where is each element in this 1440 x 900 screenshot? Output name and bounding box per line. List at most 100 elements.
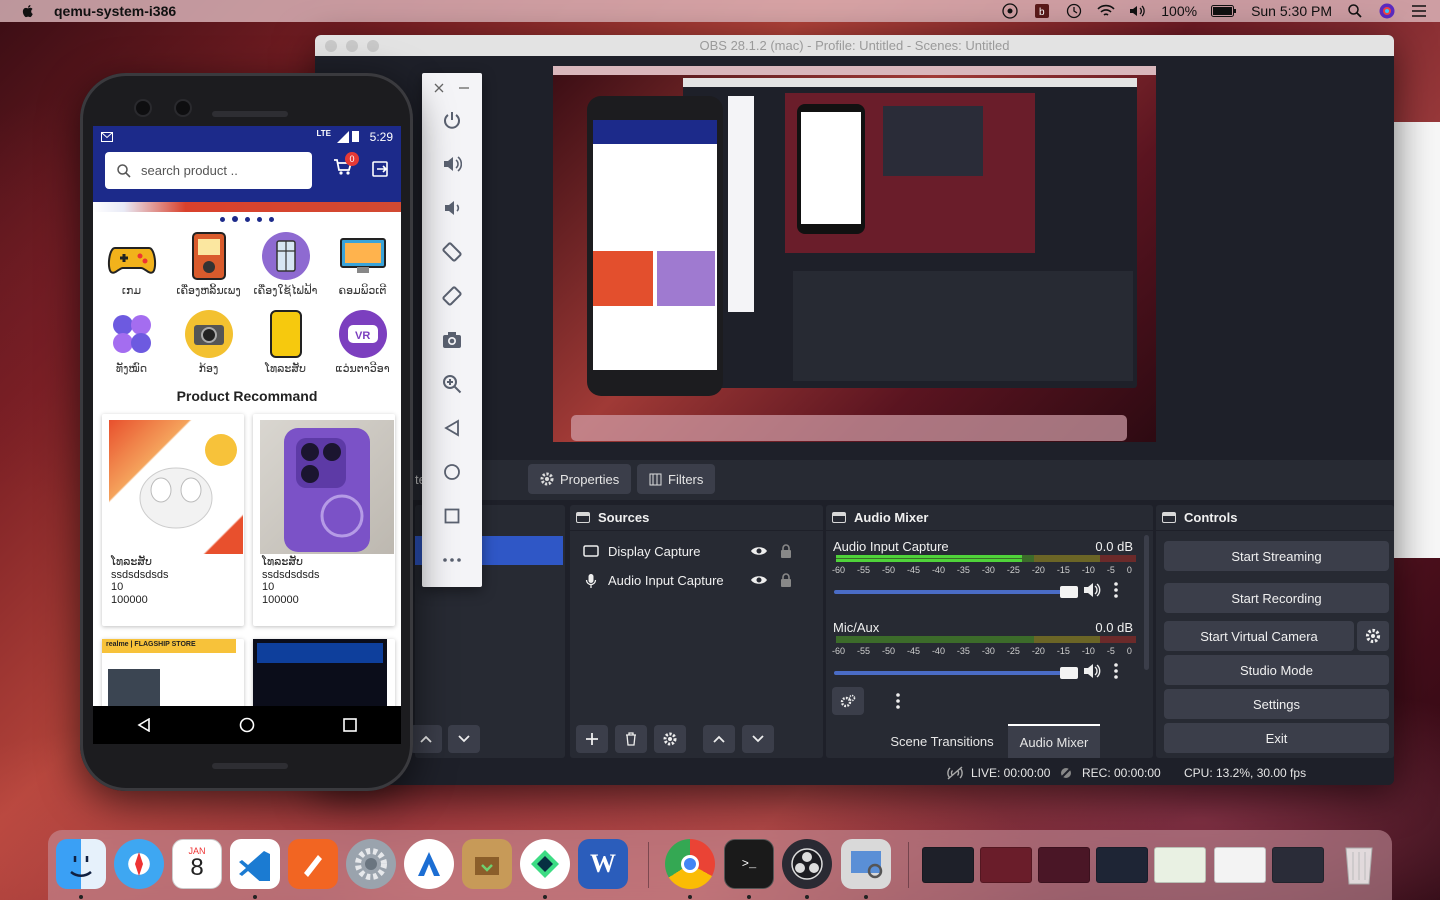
volume-down-button[interactable] bbox=[439, 195, 465, 221]
visibility-eye-icon[interactable] bbox=[750, 543, 768, 559]
properties-button[interactable]: Properties bbox=[528, 464, 632, 494]
background-window[interactable] bbox=[1394, 122, 1440, 558]
minimize-icon[interactable] bbox=[459, 87, 469, 89]
obs-preview-canvas[interactable] bbox=[553, 66, 1156, 442]
mixer-scrollbar[interactable] bbox=[1144, 535, 1149, 670]
rotate-left-button[interactable] bbox=[439, 239, 465, 265]
apple-menu-icon[interactable] bbox=[20, 3, 36, 19]
spotlight-search-icon[interactable] bbox=[1346, 3, 1364, 19]
volume-up-button[interactable] bbox=[439, 151, 465, 177]
home-button[interactable] bbox=[439, 459, 465, 485]
mute-speaker-icon[interactable] bbox=[1083, 582, 1101, 598]
add-source-button[interactable] bbox=[576, 725, 608, 753]
back-button[interactable] bbox=[439, 415, 465, 441]
screenshot-button[interactable] bbox=[439, 327, 465, 353]
channel-menu-icon[interactable] bbox=[1114, 581, 1122, 599]
phone-screen[interactable]: LTE 5:29 search product .. 0 ເກມ ເຄື່ອງຫລ… bbox=[93, 126, 401, 742]
channel-menu-icon[interactable] bbox=[1114, 662, 1122, 680]
time-machine-icon[interactable] bbox=[1065, 3, 1083, 19]
word-icon[interactable]: W bbox=[578, 839, 628, 889]
trash-icon[interactable] bbox=[1334, 839, 1384, 889]
category-item[interactable]: VR ແວ່ນຕາວີອາ bbox=[324, 304, 401, 382]
nav-recents-icon[interactable] bbox=[343, 718, 357, 732]
power-button[interactable] bbox=[439, 107, 465, 133]
app-status-icon[interactable]: b bbox=[1033, 3, 1051, 19]
calendar-icon[interactable]: JAN 8 bbox=[172, 839, 222, 889]
obs-icon[interactable] bbox=[782, 839, 832, 889]
source-row-audio-input[interactable]: Audio Input Capture bbox=[570, 566, 823, 595]
promo-banner[interactable] bbox=[93, 202, 401, 212]
finder-icon[interactable] bbox=[56, 839, 106, 889]
zoom-button[interactable] bbox=[439, 371, 465, 397]
obs-title-bar[interactable]: OBS 28.1.2 (mac) - Profile: Untitled - S… bbox=[315, 35, 1394, 56]
filters-button[interactable]: Filters bbox=[637, 464, 716, 494]
minimized-window-thumbnail[interactable] bbox=[1272, 847, 1324, 883]
minimize-window-button[interactable] bbox=[346, 40, 358, 52]
source-move-down-button[interactable] bbox=[742, 725, 774, 753]
battery-icon[interactable] bbox=[1211, 3, 1237, 19]
settings-button[interactable]: Settings bbox=[1164, 689, 1389, 719]
category-item[interactable]: ທັງໝົດ bbox=[93, 304, 170, 382]
control-center-icon[interactable] bbox=[1410, 3, 1428, 19]
volume-slider[interactable] bbox=[834, 586, 1078, 598]
start-streaming-button[interactable]: Start Streaming bbox=[1164, 541, 1389, 571]
category-item[interactable]: ເຄື່ອງໃຊ້ໄຟຟ້າ bbox=[247, 226, 324, 304]
slider-knob[interactable] bbox=[1060, 586, 1078, 598]
logout-icon[interactable] bbox=[372, 161, 390, 177]
mixer-menu-button[interactable] bbox=[882, 687, 914, 715]
source-move-up-button[interactable] bbox=[703, 725, 735, 753]
dock-window-icon[interactable] bbox=[1162, 512, 1176, 523]
category-item[interactable]: ຄອມພິວເຕີ bbox=[324, 226, 401, 304]
system-preferences-icon[interactable] bbox=[346, 839, 396, 889]
source-properties-button[interactable] bbox=[654, 725, 686, 753]
tab-scene-transitions[interactable]: Scene Transitions bbox=[882, 724, 1002, 758]
virtual-camera-settings-button[interactable] bbox=[1357, 621, 1389, 651]
remove-source-button[interactable] bbox=[615, 725, 647, 753]
close-window-button[interactable] bbox=[325, 40, 337, 52]
android-studio-icon[interactable] bbox=[520, 839, 570, 889]
minimized-window-thumbnail[interactable] bbox=[1096, 847, 1148, 883]
xcode-like-icon[interactable] bbox=[404, 839, 454, 889]
wifi-icon[interactable] bbox=[1097, 3, 1115, 19]
zoom-window-button[interactable] bbox=[367, 40, 379, 52]
minimized-window-thumbnail[interactable] bbox=[980, 847, 1032, 883]
category-item[interactable]: ໂທລະສັບ bbox=[247, 304, 324, 382]
siri-icon[interactable] bbox=[1378, 3, 1396, 19]
dock-window-icon[interactable] bbox=[576, 512, 590, 523]
minimized-window-thumbnail[interactable] bbox=[922, 847, 974, 883]
preview-icon[interactable] bbox=[841, 839, 891, 889]
search-input[interactable]: search product .. bbox=[105, 152, 312, 189]
pen-app-icon[interactable] bbox=[288, 839, 338, 889]
rotate-right-button[interactable] bbox=[439, 283, 465, 309]
safari-icon[interactable] bbox=[114, 839, 164, 889]
obs-status-icon[interactable] bbox=[1001, 3, 1019, 19]
lock-icon[interactable] bbox=[777, 572, 795, 588]
active-app-name[interactable]: qemu-system-i386 bbox=[54, 3, 176, 19]
source-row-display-capture[interactable]: Display Capture bbox=[570, 537, 823, 566]
dock-window-icon[interactable] bbox=[832, 512, 846, 523]
volume-icon[interactable] bbox=[1129, 3, 1147, 19]
more-button[interactable] bbox=[439, 547, 465, 573]
category-item[interactable]: ກ້ອງ bbox=[170, 304, 247, 382]
visibility-eye-icon[interactable] bbox=[750, 572, 768, 588]
exit-button[interactable]: Exit bbox=[1164, 723, 1389, 753]
lock-icon[interactable] bbox=[777, 543, 795, 559]
archive-utility-icon[interactable] bbox=[462, 839, 512, 889]
nav-home-icon[interactable] bbox=[239, 717, 255, 733]
terminal-icon[interactable]: >_ bbox=[724, 839, 774, 889]
vscode-icon[interactable] bbox=[230, 839, 280, 889]
mute-speaker-icon[interactable] bbox=[1083, 663, 1101, 679]
start-recording-button[interactable]: Start Recording bbox=[1164, 583, 1389, 613]
product-card[interactable]: ໂທລະສັບ ssdsdsdsds 10 100000 bbox=[102, 414, 244, 626]
category-item[interactable]: ເກມ bbox=[93, 226, 170, 304]
minimized-window-thumbnail[interactable] bbox=[1154, 847, 1206, 883]
scene-move-up-button[interactable] bbox=[410, 725, 442, 753]
menu-clock[interactable]: Sun 5:30 PM bbox=[1251, 3, 1332, 19]
category-item[interactable]: ເຄື່ອງຫລິ້ນເພງ bbox=[170, 226, 247, 304]
overview-button[interactable] bbox=[439, 503, 465, 529]
slider-knob[interactable] bbox=[1060, 667, 1078, 679]
volume-slider[interactable] bbox=[834, 667, 1078, 679]
minimized-window-thumbnail[interactable] bbox=[1038, 847, 1090, 883]
nav-back-icon[interactable] bbox=[137, 718, 151, 732]
scene-move-down-button[interactable] bbox=[448, 725, 480, 753]
